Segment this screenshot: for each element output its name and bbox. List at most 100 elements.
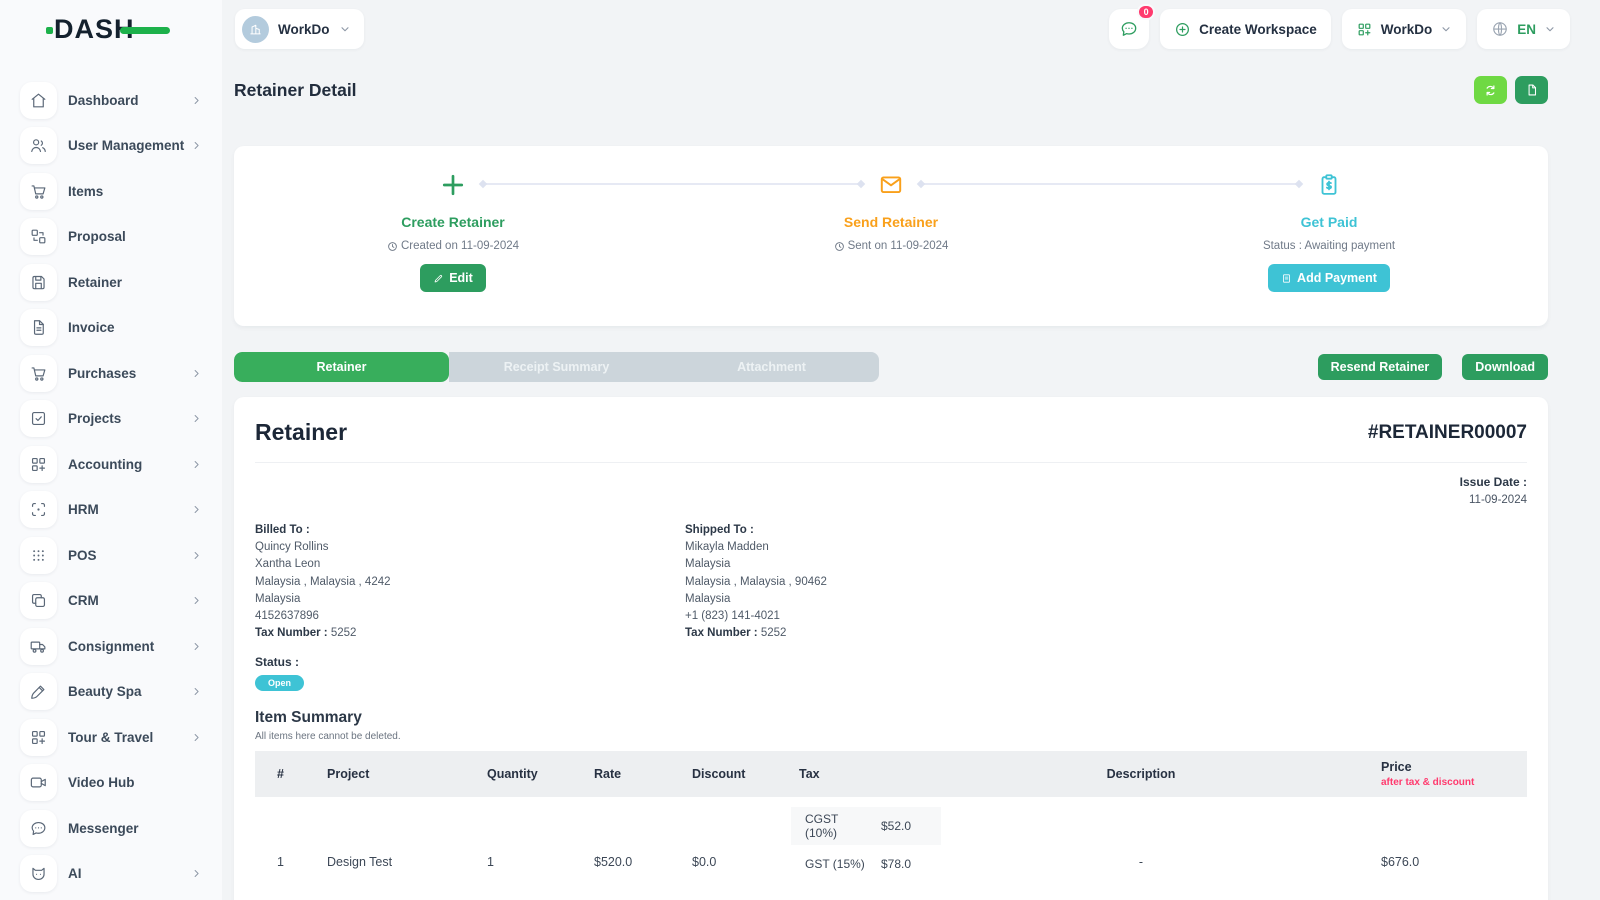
mail-icon — [878, 172, 904, 198]
step-send-retainer: Send Retainer Sent on 11-09-2024 — [672, 146, 1110, 326]
price-note: after tax & discount — [1381, 777, 1519, 788]
item-summary-title: Item Summary — [255, 709, 1527, 727]
video-icon — [20, 764, 57, 801]
account-label: WorkDo — [1381, 22, 1433, 37]
step-create-retainer: Create Retainer Created on 11-09-2024 Ed… — [234, 146, 672, 326]
step-subtitle: Sent on 11-09-2024 — [848, 240, 949, 252]
clock-icon — [387, 241, 398, 252]
account-menu[interactable]: WorkDo — [1342, 9, 1467, 49]
status-badge: Open — [255, 675, 304, 691]
tab-retainer[interactable]: Retainer — [234, 352, 449, 382]
sidebar-item-dashboard[interactable]: Dashboard — [20, 80, 210, 120]
app-logo[interactable]: DASH — [0, 0, 222, 58]
sidebar-item-user-management[interactable]: User Management — [20, 126, 210, 166]
sidebar-item-hrm[interactable]: HRM — [20, 490, 210, 530]
resend-retainer-button[interactable]: Resend Retainer — [1318, 354, 1443, 380]
sidebar-item-label: POS — [68, 548, 191, 563]
language-selector[interactable]: EN — [1477, 9, 1570, 49]
plus-icon — [439, 171, 467, 199]
sidebar-item-label: User Management — [68, 138, 191, 153]
sidebar-item-projects[interactable]: Projects — [20, 399, 210, 439]
tax-row: GST (15%) $78.0 — [791, 845, 941, 883]
chat-badge: 0 — [1137, 4, 1155, 20]
sidebar-item-proposal[interactable]: Proposal — [20, 217, 210, 257]
sidebar-item-label: Accounting — [68, 457, 191, 472]
home-icon — [20, 82, 57, 119]
chevron-right-icon — [191, 550, 202, 561]
checkbox-icon — [20, 400, 57, 437]
tab-group: Retainer Receipt Summary Attachment — [234, 352, 879, 382]
shipped-to-block: Shipped To : Mikayla Madden Malaysia Mal… — [685, 522, 1115, 642]
refresh-button[interactable] — [1474, 76, 1507, 104]
grid-plus-icon — [20, 719, 57, 756]
sidebar-item-label: Dashboard — [68, 93, 191, 108]
sidebar-item-messenger[interactable]: Messenger — [20, 808, 210, 848]
language-label: EN — [1517, 22, 1536, 37]
sidebar-item-label: Video Hub — [68, 775, 210, 790]
document-button[interactable] — [1515, 76, 1548, 104]
chevron-right-icon — [191, 595, 202, 606]
sidebar-item-label: Items — [68, 184, 210, 199]
sidebar: DASH Dashboard User Management Items Propos… — [0, 0, 222, 900]
refresh-icon — [1483, 83, 1498, 98]
logo-dash-bar — [120, 27, 170, 34]
billed-line: Malaysia , Malaysia , 4242 — [255, 574, 685, 591]
chevron-down-icon — [339, 23, 351, 35]
retainer-document-card: Retainer #RETAINER00007 Issue Date : 11-… — [234, 397, 1548, 900]
tab-receipt-summary[interactable]: Receipt Summary — [449, 352, 664, 382]
sidebar-item-label: Beauty Spa — [68, 684, 191, 699]
sidebar-item-ai[interactable]: AI — [20, 854, 210, 894]
sidebar-item-label: HRM — [68, 502, 191, 517]
row-tax: CGST (10%) $52.0 GST (15%) $78.0 — [791, 797, 941, 883]
chevron-right-icon — [191, 368, 202, 379]
scan-icon — [20, 491, 57, 528]
file-icon — [1525, 83, 1539, 97]
globe-icon — [1491, 20, 1509, 38]
create-workspace-button[interactable]: Create Workspace — [1160, 9, 1331, 49]
step-title: Send Retainer — [844, 214, 938, 230]
plus-circle-icon — [1174, 21, 1191, 38]
main-content: Retainer Detail Create Retainer — [222, 58, 1600, 900]
download-button[interactable]: Download — [1462, 354, 1548, 380]
sidebar-item-accounting[interactable]: Accounting — [20, 444, 210, 484]
shipped-line: Malaysia — [685, 591, 1115, 608]
robot-icon — [20, 855, 57, 892]
sidebar-item-consignment[interactable]: Consignment — [20, 626, 210, 666]
sidebar-item-label: Retainer — [68, 275, 210, 290]
row-price: $676.0 — [1341, 797, 1527, 883]
sidebar-item-purchases[interactable]: Purchases — [20, 353, 210, 393]
chat-button[interactable]: 0 — [1109, 9, 1149, 49]
pencil-icon — [433, 273, 444, 284]
workspace-selector[interactable]: WorkDo — [235, 9, 364, 49]
chevron-right-icon — [191, 641, 202, 652]
issue-date-label: Issue Date : — [255, 475, 1527, 489]
sidebar-item-label: Invoice — [68, 320, 210, 335]
step-subtitle: Status : Awaiting payment — [1263, 240, 1395, 252]
chevron-right-icon — [191, 95, 202, 106]
tab-attachment[interactable]: Attachment — [664, 352, 879, 382]
col-discount: Discount — [684, 751, 791, 797]
sidebar-item-label: Purchases — [68, 366, 191, 381]
sidebar-item-label: AI — [68, 866, 191, 881]
add-payment-button[interactable]: Add Payment — [1268, 264, 1390, 292]
shipped-line: Mikayla Madden — [685, 539, 1115, 556]
sidebar-item-crm[interactable]: CRM — [20, 581, 210, 621]
sidebar-item-beauty-spa[interactable]: Beauty Spa — [20, 672, 210, 712]
users-icon — [20, 127, 57, 164]
sidebar-item-invoice[interactable]: Invoice — [20, 308, 210, 348]
sidebar-item-tour-travel[interactable]: Tour & Travel — [20, 717, 210, 757]
sidebar-item-pos[interactable]: POS — [20, 535, 210, 575]
sidebar-item-items[interactable]: Items — [20, 171, 210, 211]
edit-button[interactable]: Edit — [420, 264, 486, 292]
col-number: # — [255, 751, 319, 797]
billed-line: Xantha Leon — [255, 556, 685, 573]
col-price: Price after tax & discount — [1341, 751, 1527, 797]
receipt-icon — [1281, 273, 1292, 284]
sidebar-item-video-hub[interactable]: Video Hub — [20, 763, 210, 803]
sidebar-item-retainer[interactable]: Retainer — [20, 262, 210, 302]
chevron-right-icon — [191, 504, 202, 515]
floppy-icon — [20, 264, 57, 301]
step-title: Create Retainer — [401, 214, 505, 230]
row-rate: $520.0 — [586, 797, 684, 883]
step-connector — [921, 183, 1299, 185]
